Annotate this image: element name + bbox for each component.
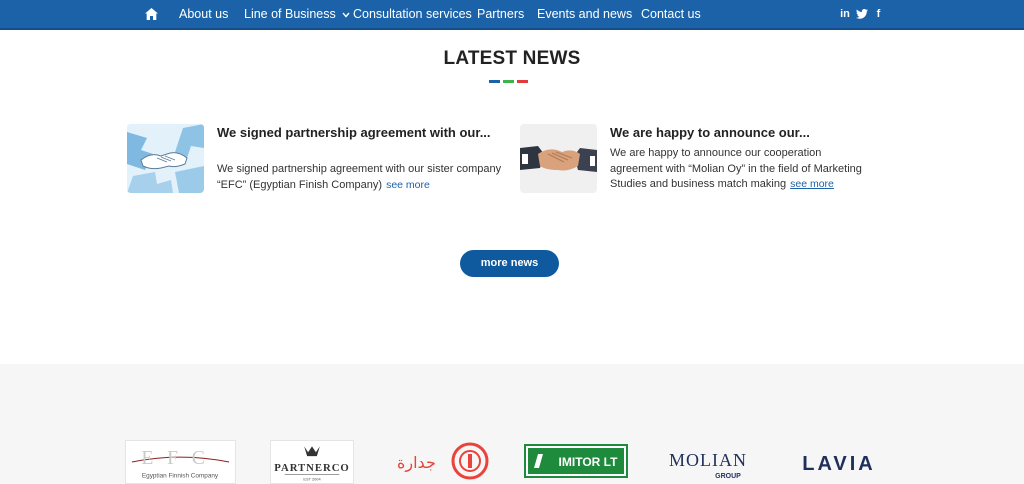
nav-events-and-news[interactable]: Events and news	[537, 0, 632, 28]
dash-green	[503, 80, 514, 83]
nav-line-of-business-label: Line of Business	[244, 7, 336, 21]
imitor-logo-text: IMITOR LT	[559, 455, 619, 469]
puzzle-handshake-image[interactable]	[127, 124, 204, 193]
twitter-icon[interactable]	[855, 7, 868, 21]
molian-logo-caption: GROUP	[715, 473, 741, 480]
chevron-down-icon	[342, 12, 350, 18]
news-excerpt: We signed partnership agreement with our…	[217, 162, 502, 193]
top-navbar: About us Line of Business Consultation s…	[0, 0, 1024, 30]
section-title: LATEST NEWS	[443, 48, 581, 69]
see-more-link[interactable]: see more	[790, 178, 834, 190]
dash-blue	[489, 80, 500, 83]
linkedin-icon[interactable]: in	[839, 7, 851, 21]
facebook-icon[interactable]: f	[874, 7, 883, 21]
news-excerpt: We are happy to announce our cooperation…	[610, 146, 872, 193]
handshake-image[interactable]	[520, 124, 597, 193]
partner-logo-imitor[interactable]: IMITOR LT	[524, 444, 628, 478]
partner-logo-lavia[interactable]: LAVIA	[788, 440, 891, 484]
see-more-link[interactable]: see more	[386, 179, 430, 191]
nav-about-us[interactable]: About us	[179, 0, 228, 28]
partnerco-logo-caption: EST 2004	[303, 477, 321, 482]
partner-logo-gedara[interactable]: جدارة	[395, 440, 491, 484]
gedara-logo-text: جدارة	[397, 453, 436, 473]
more-news-button[interactable]: more news	[460, 250, 559, 277]
home-icon[interactable]	[144, 7, 158, 21]
news-title[interactable]: We are happy to announce our...	[610, 125, 900, 141]
nav-contact-us[interactable]: Contact us	[641, 0, 701, 28]
partner-logo-efc[interactable]: EFC Egyptian Finnish Company	[125, 440, 236, 484]
dash-red	[517, 80, 528, 83]
title-underline-dashes	[489, 80, 528, 83]
partnerco-logo-text: PARTNERCO	[274, 462, 350, 474]
nav-partners[interactable]: Partners	[477, 0, 524, 28]
partner-logo-molian[interactable]: MOLIAN GROUP	[666, 440, 750, 484]
efc-logo-text: EFC	[141, 448, 218, 469]
partner-logo-partnerco[interactable]: PARTNERCO EST 2004	[270, 440, 354, 484]
molian-logo-text: MOLIAN	[669, 450, 747, 470]
news-excerpt-text: We signed partnership agreement with our…	[217, 163, 502, 191]
nav-line-of-business[interactable]: Line of Business	[244, 0, 350, 28]
efc-logo-caption: Egyptian Finnish Company	[142, 473, 219, 480]
lavia-logo-text: LAVIA	[802, 453, 876, 475]
news-title[interactable]: We signed partnership agreement with our…	[217, 125, 507, 141]
nav-consultation-services[interactable]: Consultation services	[353, 0, 472, 28]
